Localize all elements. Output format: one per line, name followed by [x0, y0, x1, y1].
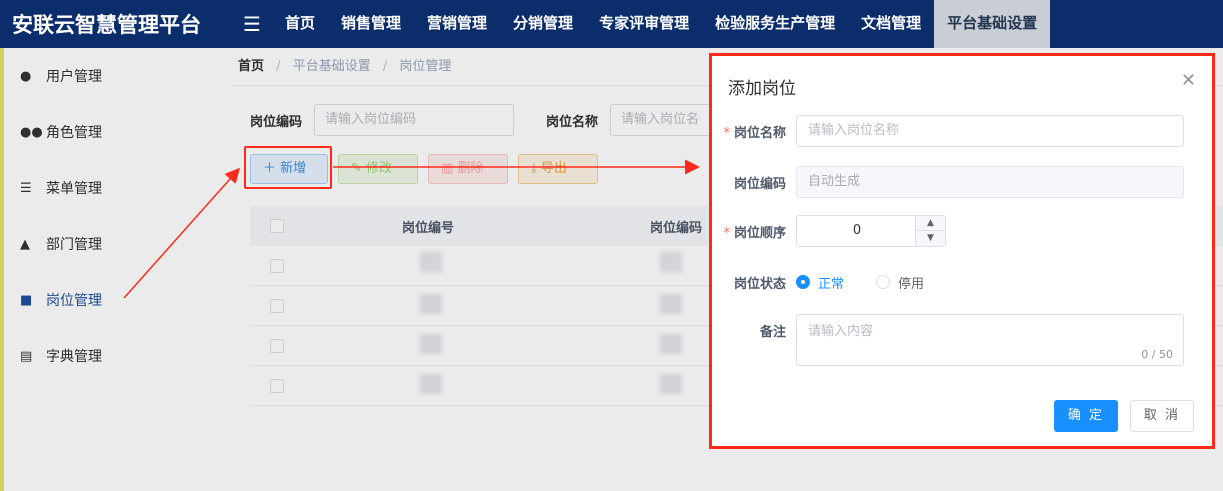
dialog-title: 添加岗位: [728, 79, 796, 99]
post-order-value[interactable]: 0: [797, 216, 917, 246]
post-order-field-label: * 岗位顺序: [723, 225, 786, 241]
nav-item-expert-review[interactable]: 专家评审管理: [586, 0, 702, 48]
chevron-up-icon[interactable]: ▲: [915, 216, 945, 231]
form-row-post-status: 岗位状态 正常 停用: [712, 266, 1212, 298]
add-post-dialog: 添加岗位 ✕ * 岗位名称 请输入岗位名称 岗位编码 自动生成 * 岗位顺序 0 ▲…: [709, 53, 1215, 449]
nav-item-marketing[interactable]: 营销管理: [414, 0, 500, 48]
remark-field-label: 备注: [759, 325, 786, 340]
status-radio-disabled[interactable]: 停用: [876, 273, 924, 292]
post-code-field: 自动生成: [796, 166, 1184, 198]
form-row-remark: 备注 请输入内容 0 / 50: [712, 314, 1212, 366]
post-name-field-label: * 岗位名称: [723, 125, 786, 141]
post-order-stepper[interactable]: 0 ▲ ▼: [796, 215, 946, 247]
close-icon[interactable]: ✕: [1181, 70, 1196, 91]
radio-unchecked-icon: [876, 275, 891, 289]
form-row-post-code: 岗位编码 自动生成: [712, 166, 1212, 198]
remark-char-count: 0 / 50: [1141, 348, 1173, 361]
chevron-down-icon[interactable]: ▼: [915, 231, 945, 246]
post-code-field-label: 岗位编码: [733, 176, 786, 192]
status-normal-label: 正常: [818, 276, 845, 292]
status-disabled-label: 停用: [898, 276, 925, 292]
nav-item-documents[interactable]: 文档管理: [848, 0, 934, 48]
remark-placeholder: 请输入内容: [808, 324, 874, 339]
add-button-highlight: [244, 146, 332, 189]
nav-item-distribution[interactable]: 分销管理: [500, 0, 586, 48]
cancel-button[interactable]: 取 消: [1130, 400, 1194, 432]
nav-item-sales[interactable]: 销售管理: [328, 0, 414, 48]
post-name-field[interactable]: 请输入岗位名称: [796, 115, 1184, 147]
confirm-button[interactable]: 确 定: [1054, 400, 1118, 432]
required-asterisk: *: [723, 125, 730, 141]
radio-checked-icon: [796, 275, 810, 289]
top-bar: 安联云智慧管理平台 ☰ 首页 销售管理 营销管理 分销管理 专家评审管理 检验服…: [0, 0, 1223, 48]
hamburger-icon[interactable]: ☰: [232, 12, 272, 36]
app-title: 安联云智慧管理平台: [12, 13, 201, 37]
status-radio-normal[interactable]: 正常: [796, 273, 844, 292]
top-nav: 首页 销售管理 营销管理 分销管理 专家评审管理 检验服务生产管理 文档管理 平…: [272, 0, 1051, 48]
nav-item-inspection[interactable]: 检验服务生产管理: [702, 0, 848, 48]
nav-item-platform-settings[interactable]: 平台基础设置: [934, 0, 1051, 48]
form-row-post-name: * 岗位名称 请输入岗位名称: [712, 115, 1212, 147]
form-row-post-order: * 岗位顺序 0 ▲ ▼: [712, 215, 1212, 247]
nav-item-home[interactable]: 首页: [272, 0, 328, 48]
post-status-field-label: 岗位状态: [733, 276, 786, 292]
remark-textarea[interactable]: 请输入内容 0 / 50: [796, 314, 1184, 366]
required-asterisk: *: [723, 225, 730, 241]
